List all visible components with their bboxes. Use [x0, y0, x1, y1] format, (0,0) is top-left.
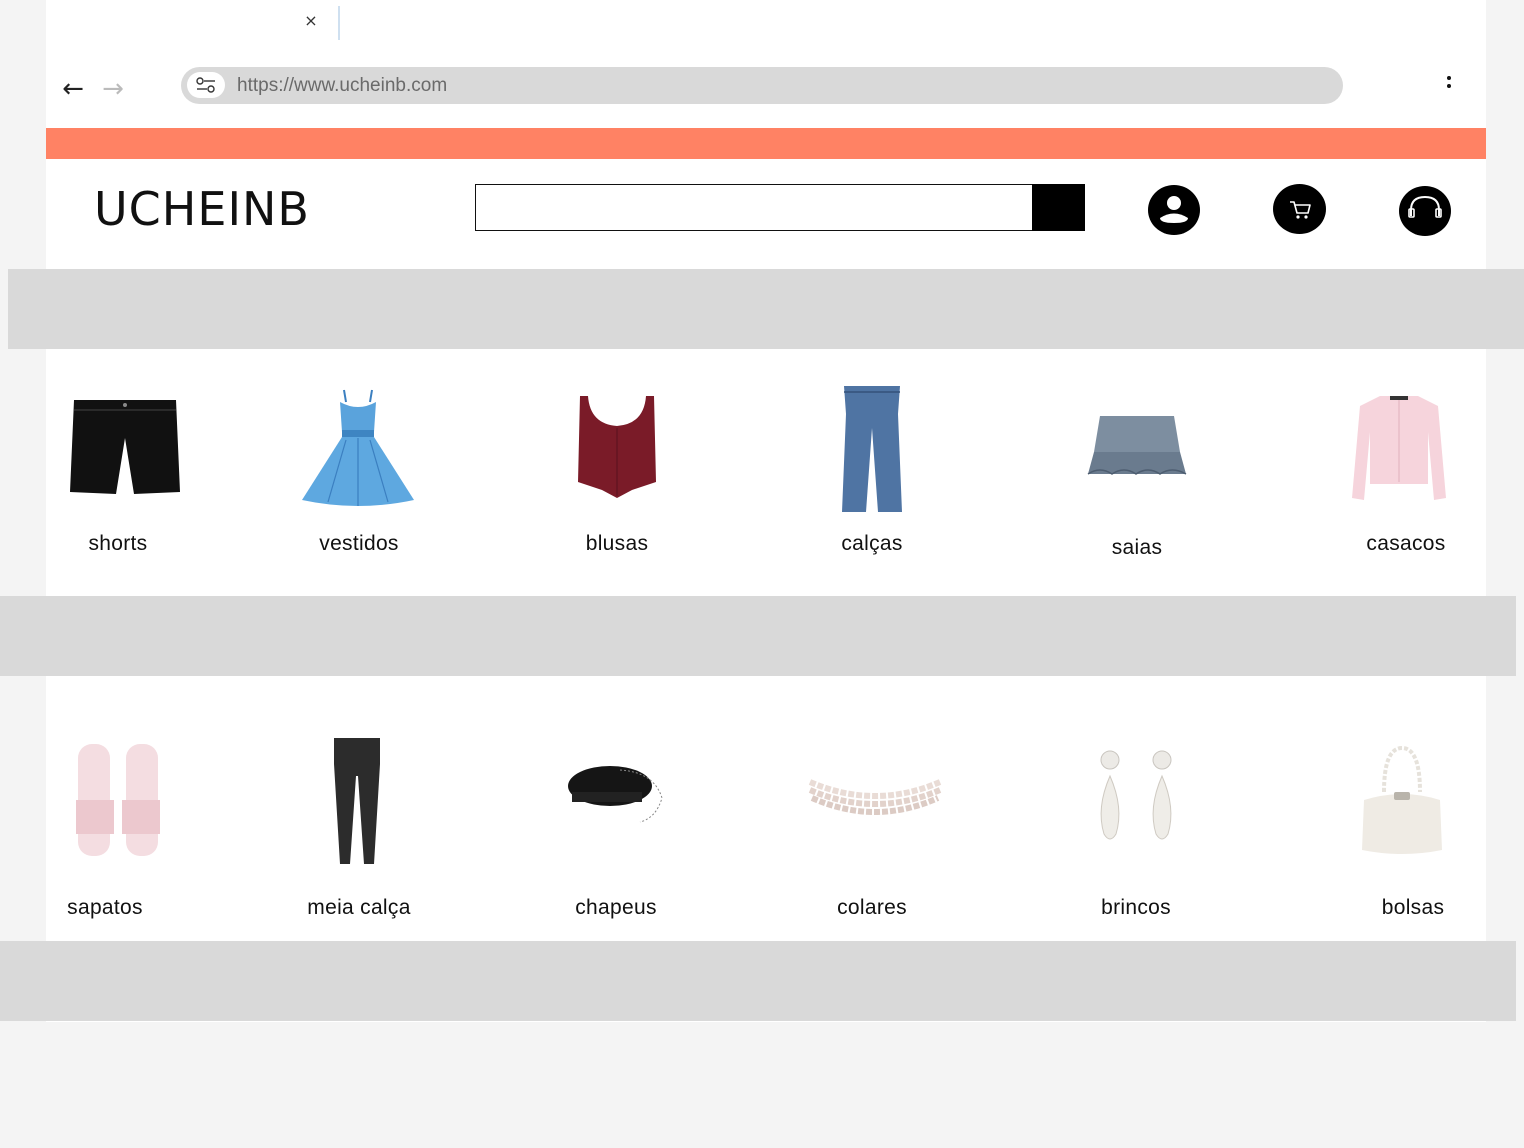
category-label: bolsas — [1381, 896, 1445, 919]
user-icon — [1160, 196, 1188, 223]
category-label: chapeus — [575, 896, 657, 919]
banner-band — [8, 269, 1524, 349]
search-input[interactable] — [475, 184, 1052, 231]
category-label: sapatos — [67, 896, 143, 919]
promo-bar — [46, 128, 1486, 159]
cardigan-image — [1352, 396, 1446, 500]
earrings-image — [1100, 750, 1172, 840]
site-logo[interactable]: UCHEINB — [94, 182, 310, 236]
search-button[interactable] — [1032, 184, 1085, 231]
banner-band — [0, 941, 1516, 1021]
category-label: casacos — [1366, 532, 1446, 555]
skirt-image — [1087, 416, 1187, 475]
cart-button[interactable] — [1273, 184, 1326, 234]
address-bar[interactable]: https://www.ucheinb.com — [181, 67, 1343, 104]
cart-icon — [1290, 201, 1311, 219]
jeans-image — [842, 386, 902, 512]
tab-separator — [338, 6, 340, 40]
category-label: meia calça — [307, 896, 411, 919]
necklace-image — [808, 779, 942, 815]
tab-close-icon[interactable]: × — [300, 10, 322, 32]
category-label: colares — [837, 896, 907, 919]
tights-image — [334, 738, 380, 864]
category-label: shorts — [88, 532, 148, 555]
top-image — [578, 396, 656, 498]
category-label: saias — [1111, 536, 1163, 559]
category-label: blusas — [585, 532, 649, 555]
category-label: calças — [841, 532, 903, 555]
dress-image — [302, 389, 414, 506]
beret-image — [568, 766, 663, 823]
headset-icon — [1408, 195, 1442, 218]
site-settings-icon[interactable] — [187, 72, 225, 98]
banner-band — [0, 596, 1516, 676]
sandals-image — [76, 744, 160, 856]
category-label: brincos — [1101, 896, 1171, 919]
browser-menu-icon[interactable] — [1440, 72, 1458, 94]
back-arrow-icon[interactable]: ← — [58, 74, 88, 104]
support-button[interactable] — [1399, 186, 1451, 236]
shorts-image — [70, 400, 180, 494]
forward-arrow-icon[interactable]: → — [98, 74, 128, 104]
account-button[interactable] — [1148, 185, 1200, 235]
url-text[interactable]: https://www.ucheinb.com — [237, 67, 447, 104]
handbag-image — [1362, 746, 1442, 854]
category-label: vestidos — [319, 532, 399, 555]
